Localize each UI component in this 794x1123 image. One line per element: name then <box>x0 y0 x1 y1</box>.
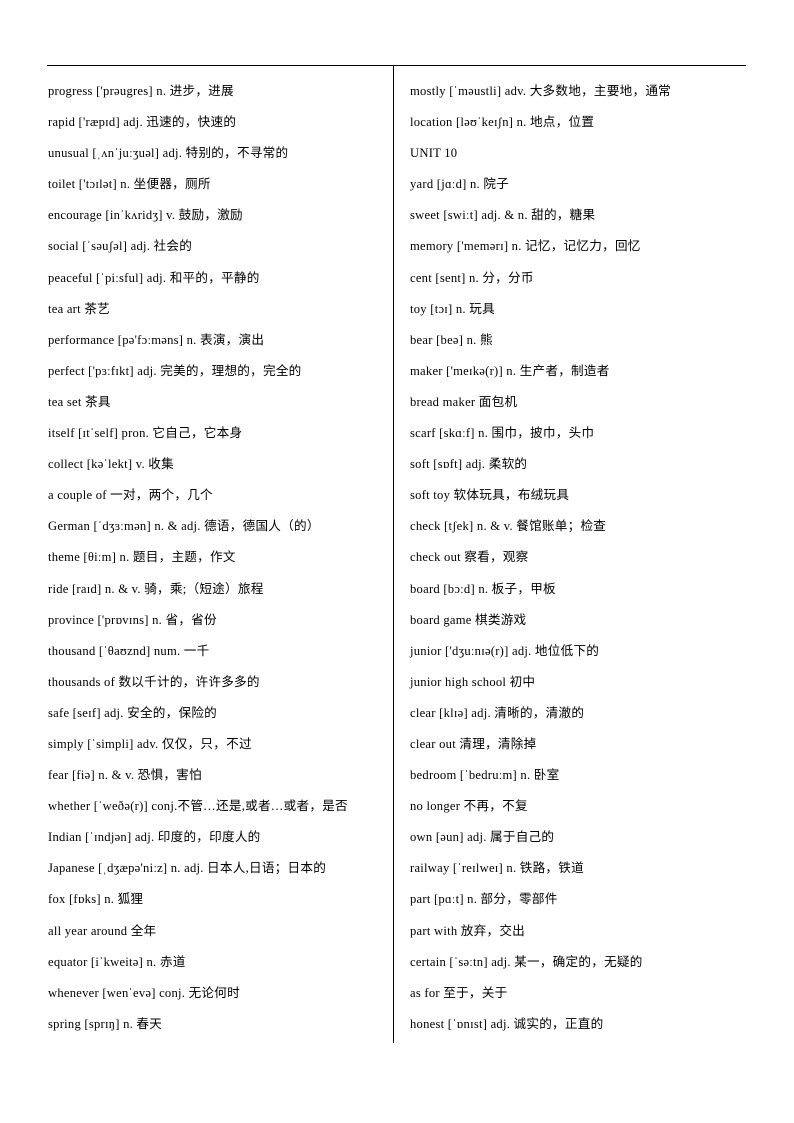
vocab-entry: yard [jɑːd] n. 院子 <box>410 177 510 192</box>
top-horizontal-rule <box>47 65 746 66</box>
vocab-entry: all year around 全年 <box>48 923 157 938</box>
vocab-entry: peaceful [ˈpiːsful] adj. 和平的，平静的 <box>48 270 260 285</box>
vocab-entry: progress ['prəugres] n. 进步，进展 <box>48 84 234 98</box>
vocab-entry: tea set 茶具 <box>48 394 111 409</box>
vocab-entry: check [tʃek] n. & v. 餐馆账单；检查 <box>410 519 607 534</box>
vocab-entry: bread maker 面包机 <box>410 394 518 409</box>
vocab-entry: cent [sent] n. 分，分币 <box>410 270 534 285</box>
vocab-entry: perfect ['pɜːfɪkt] adj. 完美的，理想的，完全的 <box>48 363 302 378</box>
vocab-entry: theme [θiːm] n. 题目，主题，作文 <box>48 550 236 565</box>
vocab-entry: maker ['meɪkə(r)] n. 生产者，制造者 <box>410 363 610 378</box>
vocab-entry: soft [sɒft] adj. 柔软的 <box>410 457 528 472</box>
vocab-entry: thousand [ˈθaʊznd] num. 一千 <box>48 643 210 658</box>
vocab-entry: unusual [ˌʌnˈjuːʒuəl] adj. 特别的，不寻常的 <box>48 146 289 161</box>
vocab-entry: junior high school 初中 <box>410 674 536 689</box>
vocab-entry: Indian [ˈɪndjən] adj. 印度的，印度人的 <box>48 830 261 845</box>
vocab-entry: tea art 茶艺 <box>48 301 110 316</box>
vocab-entry: encourage [inˈkʌridʒ] v. 鼓励，激励 <box>48 208 243 223</box>
vocab-entry: sweet [swiːt] adj. & n. 甜的，糖果 <box>410 208 596 223</box>
right-column: mostly [ˈməustli] adv. 大多数地，主要地，通常 locat… <box>393 76 794 1040</box>
vocab-entry: simply [ˈsimpli] adv. 仅仅，只，不过 <box>48 736 252 751</box>
vocab-entry: equator [iˈkweitə] n. 赤道 <box>48 954 186 969</box>
vocab-entry: fear [fiə] n. & v. 恐惧，害怕 <box>48 768 202 783</box>
vocab-entry: ride [raɪd] n. & v. 骑，乘;（短途）旅程 <box>48 581 264 596</box>
two-column-layout: progress ['prəugres] n. 进步，进展 rapid ['ræ… <box>0 76 794 1040</box>
vocab-entry: mostly [ˈməustli] adv. 大多数地，主要地，通常 <box>410 84 672 98</box>
vocab-entry: performance [pə'fɔːməns] n. 表演，演出 <box>48 332 265 347</box>
vocab-entry: check out 察看，观察 <box>410 550 529 565</box>
vocab-entry: spring [sprɪŋ] n. 春天 <box>48 1016 163 1031</box>
vocab-entry: rapid ['ræpɪd] adj. 迅速的，快速的 <box>48 115 237 130</box>
vocab-entry: certain [ˈsəːtn] adj. 某一，确定的，无疑的 <box>410 954 643 969</box>
vocab-entry: honest [ˈɒnɪst] adj. 诚实的，正直的 <box>410 1016 604 1031</box>
vocab-entry: whenever [wenˈevə] conj. 无论何时 <box>48 985 240 1000</box>
vocab-entry: clear [klɪə] adj. 清晰的，清澈的 <box>410 705 585 720</box>
vocab-entry: part with 放弃，交出 <box>410 923 526 938</box>
vocab-entry: safe [seɪf] adj. 安全的，保险的 <box>48 705 218 720</box>
unit-heading: UNIT 10 <box>410 146 458 161</box>
vocab-entry: German [ˈdʒɜːmən] n. & adj. 德语，德国人（的） <box>48 519 320 534</box>
vocab-entry: junior ['dʒuːnɪə(r)] adj. 地位低下的 <box>410 643 600 658</box>
vocab-entry: a couple of 一对，两个，几个 <box>48 488 213 503</box>
vocab-entry: soft toy 软体玩具，布绒玩具 <box>410 488 570 503</box>
vocab-entry: bear [beə] n. 熊 <box>410 332 493 347</box>
vocab-entry: itself [ɪtˈself] pron. 它自己，它本身 <box>48 426 243 441</box>
vocab-entry: no longer 不再，不复 <box>410 799 528 814</box>
vocab-entry: collect [kəˈlekt] v. 收集 <box>48 457 174 472</box>
vocab-entry: board [bɔːd] n. 板子，甲板 <box>410 581 556 596</box>
vocab-entry: own [əun] adj. 属于自己的 <box>410 830 555 845</box>
vocab-entry: social [ˈsəuʃəl] adj. 社会的 <box>48 239 193 254</box>
vocab-entry: toy [tɔɪ] n. 玩具 <box>410 301 495 316</box>
vocab-entry: province ['prɒvɪns] n. 省，省份 <box>48 612 217 627</box>
vocab-entry: memory ['memərɪ] n. 记忆，记忆力，回忆 <box>410 239 641 254</box>
vocabulary-page: progress ['prəugres] n. 进步，进展 rapid ['ræ… <box>0 0 794 1123</box>
vocab-entry: fox [fɒks] n. 狐狸 <box>48 892 144 907</box>
vocab-entry: Japanese [ˌdʒæpə'niːz] n. adj. 日本人,日语；日本… <box>48 861 327 876</box>
vocab-entry: railway [ˈreɪlweɪ] n. 铁路，铁道 <box>410 861 584 876</box>
vocab-entry: whether [ˈweðə(r)] conj.不管…还是,或者…或者，是否 <box>48 799 348 814</box>
vocab-entry: location [ləʊˈkeɪʃn] n. 地点，位置 <box>410 115 595 130</box>
vocab-entry: clear out 清理，清除掉 <box>410 736 537 751</box>
vocab-entry: thousands of 数以千计的，许许多多的 <box>48 674 260 689</box>
vocab-entry: toilet ['tɔɪlət] n. 坐便器，厕所 <box>48 177 211 192</box>
vocab-entry: scarf [skɑːf] n. 围巾，披巾，头巾 <box>410 426 595 441</box>
vocab-entry: board game 棋类游戏 <box>410 612 527 627</box>
left-column: progress ['prəugres] n. 进步，进展 rapid ['ræ… <box>0 76 393 1040</box>
vocab-entry: as for 至于，关于 <box>410 985 508 1000</box>
vocab-entry: bedroom [ˈbedruːm] n. 卧室 <box>410 768 560 783</box>
vocab-entry: part [pɑːt] n. 部分，零部件 <box>410 892 558 907</box>
